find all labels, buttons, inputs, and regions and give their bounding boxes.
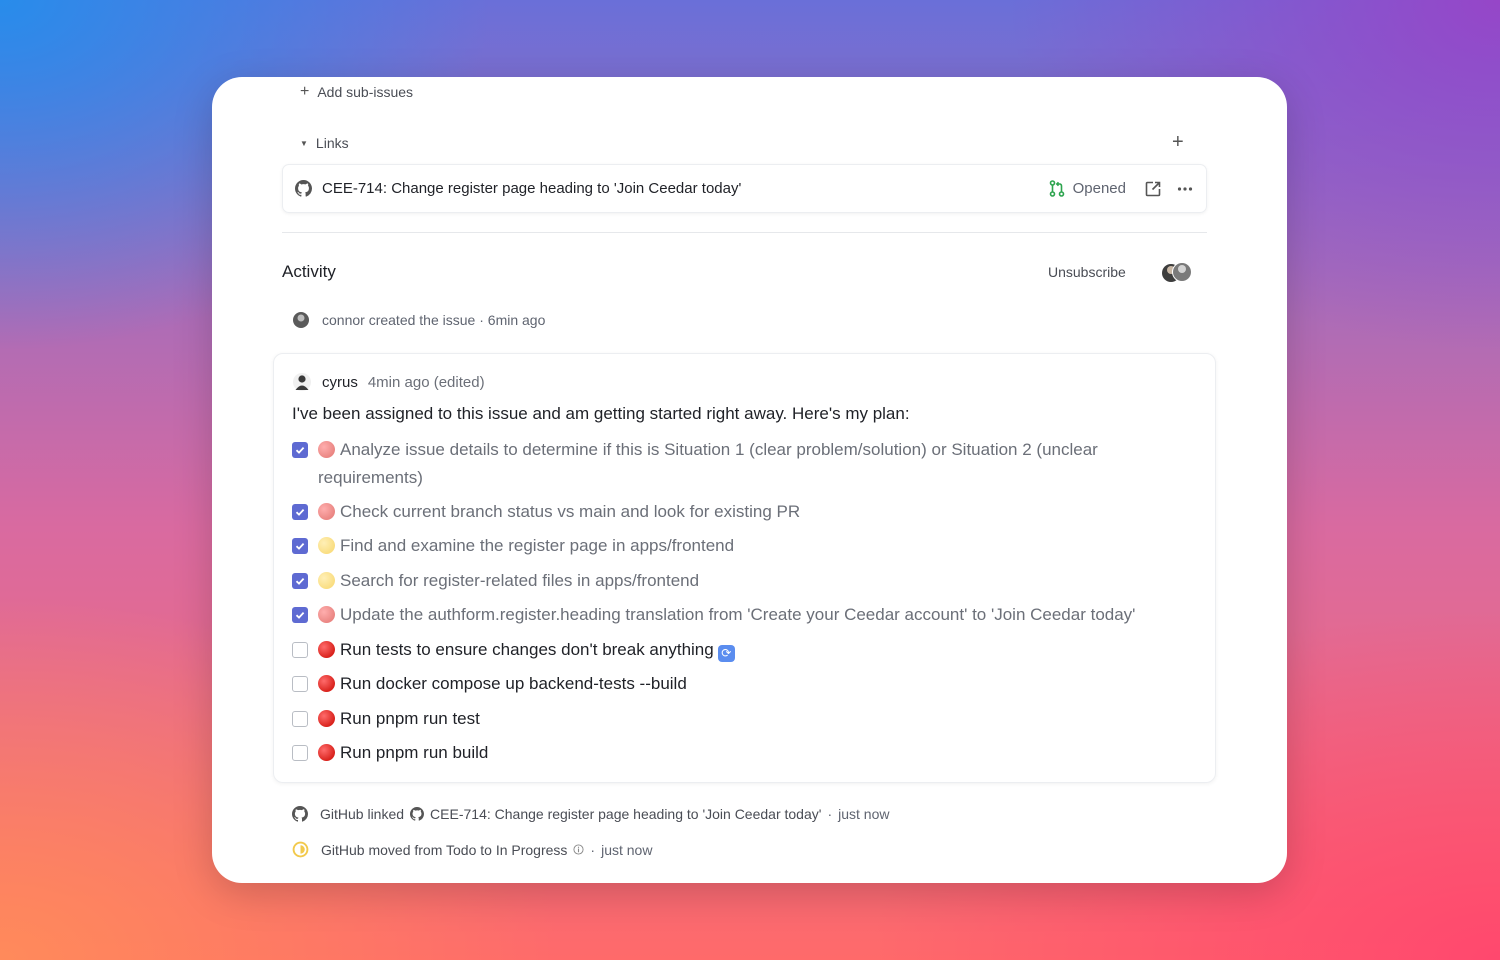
task-checkbox[interactable] (292, 504, 308, 520)
task-checkbox[interactable] (292, 642, 308, 658)
created-event: connor created the issue · 6min ago (292, 311, 545, 329)
task-text: Run pnpm run test (340, 709, 480, 728)
caret-down-icon: ▼ (300, 138, 308, 148)
task-text: Run docker compose up backend-tests --bu… (340, 674, 687, 693)
comment-author[interactable]: cyrus (322, 374, 358, 391)
task-checkbox[interactable] (292, 538, 308, 554)
add-sub-issues-button[interactable]: + Add sub-issues (300, 83, 413, 101)
task-item: Analyze issue details to determine if th… (292, 436, 1202, 492)
links-label: Links (315, 135, 349, 151)
yellow-circle-icon (318, 572, 335, 589)
checkmark-icon (295, 577, 305, 585)
pr-status: Opened (1049, 180, 1126, 197)
refresh-icon: ⟳ (717, 645, 735, 662)
event-text: GitHub moved from Todo to In Progress (321, 841, 568, 858)
red-circle-icon (318, 710, 335, 727)
checkmark-icon (295, 611, 305, 619)
github-icon (292, 806, 308, 822)
external-link-icon[interactable] (1144, 180, 1162, 198)
task-checkbox[interactable] (292, 573, 308, 589)
task-text: Update the authform.register.heading tra… (340, 605, 1136, 624)
yellow-circle-icon (318, 537, 335, 554)
task-item: Update the authform.register.heading tra… (292, 601, 1202, 629)
task-item: Search for register-related files in app… (292, 567, 1202, 595)
red-circle-icon (318, 606, 335, 623)
task-item: Run docker compose up backend-tests --bu… (292, 670, 1202, 698)
comment-card: cyrus 4min ago (edited) I've been assign… (273, 353, 1216, 783)
section-divider (282, 232, 1207, 233)
task-text: Search for register-related files in app… (340, 571, 700, 590)
created-event-text: connor created the issue (322, 312, 476, 328)
task-item: Find and examine the register page in ap… (292, 532, 1202, 560)
activity-heading: Activity (282, 262, 336, 281)
github-status-event: GitHub moved from Todo to In Progress · … (292, 841, 652, 858)
github-icon (295, 180, 312, 197)
issue-panel: + Add sub-issues ▼ Links + CEE-714: Chan… (212, 77, 1287, 883)
add-link-button[interactable]: + (1172, 131, 1184, 154)
task-checkbox[interactable] (292, 607, 308, 623)
task-item: Run tests to ensure changes don't break … (292, 636, 1202, 664)
linked-pr-card[interactable]: CEE-714: Change register page heading to… (282, 164, 1207, 213)
red-circle-icon (318, 441, 335, 458)
checkmark-icon (295, 508, 305, 516)
plus-icon: + (300, 83, 310, 100)
red-circle-icon (318, 744, 335, 761)
task-item: Run pnpm run build (292, 739, 1202, 767)
github-linked-event: GitHub linked CEE-714: Change register p… (292, 806, 889, 822)
avatar (293, 312, 309, 328)
comment-header: cyrus 4min ago (edited) (292, 372, 485, 392)
linked-pr-title: CEE-714: Change register page heading to… (322, 180, 742, 197)
created-event-time: 6min ago (487, 312, 546, 328)
add-sub-issues-label: Add sub-issues (317, 84, 414, 100)
pull-request-icon (1049, 180, 1064, 197)
in-progress-icon (292, 841, 309, 858)
pr-status-label: Opened (1072, 180, 1126, 197)
task-item: Run pnpm run test (292, 705, 1202, 733)
more-options-icon[interactable] (1176, 180, 1194, 198)
task-checkbox[interactable] (292, 442, 308, 458)
event-time: just now (601, 841, 653, 858)
task-checkbox[interactable] (292, 676, 308, 692)
task-text: Run pnpm run build (340, 743, 489, 762)
unsubscribe-button[interactable]: Unsubscribe (1048, 264, 1126, 280)
comment-time: 4min ago (edited) (367, 373, 485, 391)
task-checkbox[interactable] (292, 711, 308, 727)
subscribers-avatars[interactable] (1160, 260, 1194, 284)
red-circle-icon (318, 641, 335, 658)
github-icon (410, 807, 425, 821)
task-text: Find and examine the register page in ap… (340, 536, 735, 555)
event-time: just now (838, 806, 890, 822)
checkmark-icon (295, 542, 305, 550)
comment-intro: I've been assigned to this issue and am … (292, 404, 910, 423)
event-link[interactable]: CEE-714: Change register page heading to… (430, 806, 821, 822)
links-section-toggle[interactable]: ▼ Links (300, 135, 349, 151)
task-text: Check current branch status vs main and … (340, 502, 801, 521)
red-circle-icon (318, 503, 335, 520)
info-icon[interactable] (573, 844, 584, 855)
checkmark-icon (295, 446, 305, 454)
red-circle-icon (318, 675, 335, 692)
task-item: Check current branch status vs main and … (292, 498, 1202, 526)
task-text: Run tests to ensure changes don't break … (340, 640, 714, 659)
avatar (293, 373, 311, 391)
task-checkbox[interactable] (292, 745, 308, 761)
event-text: GitHub linked (320, 806, 405, 822)
task-text: Analyze issue details to determine if th… (318, 440, 1098, 487)
